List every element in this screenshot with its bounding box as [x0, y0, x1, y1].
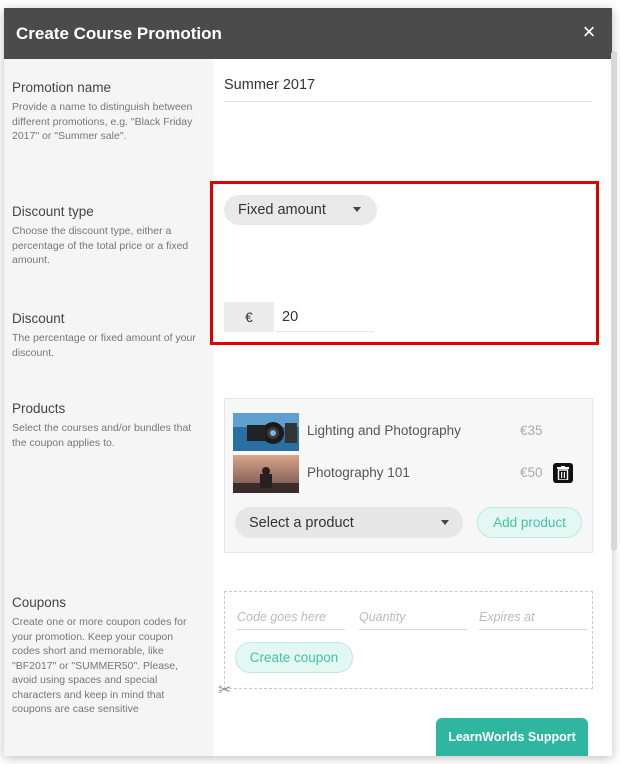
highlight-box	[210, 181, 599, 345]
product-name: Photography 101	[307, 465, 410, 480]
promotion-name-input[interactable]: Summer 2017	[224, 72, 592, 102]
product-price: €50	[520, 465, 543, 480]
scrollbar[interactable]	[611, 51, 617, 551]
product-price: €35	[520, 423, 543, 438]
product-row: Lighting and Photography €35	[233, 413, 583, 451]
products-description: Select the courses and/or bundles that t…	[12, 422, 192, 449]
discount-label-block: Discount The percentage or fixed amount …	[12, 311, 202, 360]
discount-type-label-block: Discount type Choose the discount type, …	[12, 204, 202, 268]
coupons-label-block: Coupons Create one or more coupon codes …	[12, 595, 202, 717]
promotion-name-label: Promotion name	[12, 80, 112, 95]
support-button[interactable]: LearnWorlds Support	[436, 718, 588, 756]
discount-type-label: Discount type	[12, 204, 94, 219]
trash-icon[interactable]	[553, 463, 573, 483]
discount-label: Discount	[12, 311, 65, 326]
products-label-block: Products Select the courses and/or bundl…	[12, 401, 202, 450]
products-label: Products	[12, 401, 66, 416]
coupons-label: Coupons	[12, 595, 67, 610]
coupons-panel: Code goes here Quantity Expires at Creat…	[224, 591, 593, 689]
discount-type-description: Choose the discount type, either a perce…	[12, 225, 189, 266]
modal-title: Create Course Promotion	[16, 23, 222, 43]
discount-description: The percentage or fixed amount of your d…	[12, 332, 196, 359]
products-panel: Lighting and Photography €35 Photography…	[224, 398, 593, 553]
coupons-description: Create one or more coupon codes for your…	[12, 616, 187, 715]
modal-header: Create Course Promotion ×	[4, 8, 612, 59]
product-name: Lighting and Photography	[307, 423, 461, 438]
product-thumbnail	[233, 413, 299, 451]
select-product-dropdown[interactable]: Select a product	[235, 507, 463, 538]
promotion-name-description: Provide a name to distinguish between di…	[12, 101, 193, 142]
coupon-code-input[interactable]: Code goes here	[237, 610, 345, 630]
coupon-quantity-input[interactable]: Quantity	[359, 610, 467, 630]
product-thumbnail	[233, 455, 299, 493]
coupon-expires-input[interactable]: Expires at	[479, 610, 587, 630]
scissors-icon: ✂	[218, 682, 232, 699]
create-coupon-button[interactable]: Create coupon	[235, 642, 353, 673]
select-product-placeholder: Select a product	[249, 514, 354, 531]
close-icon[interactable]: ×	[578, 21, 600, 43]
add-product-button[interactable]: Add product	[477, 507, 582, 538]
promotion-name-label-block: Promotion name Provide a name to disting…	[12, 80, 202, 144]
chevron-down-icon	[441, 520, 449, 525]
product-row: Photography 101 €50	[233, 455, 583, 493]
